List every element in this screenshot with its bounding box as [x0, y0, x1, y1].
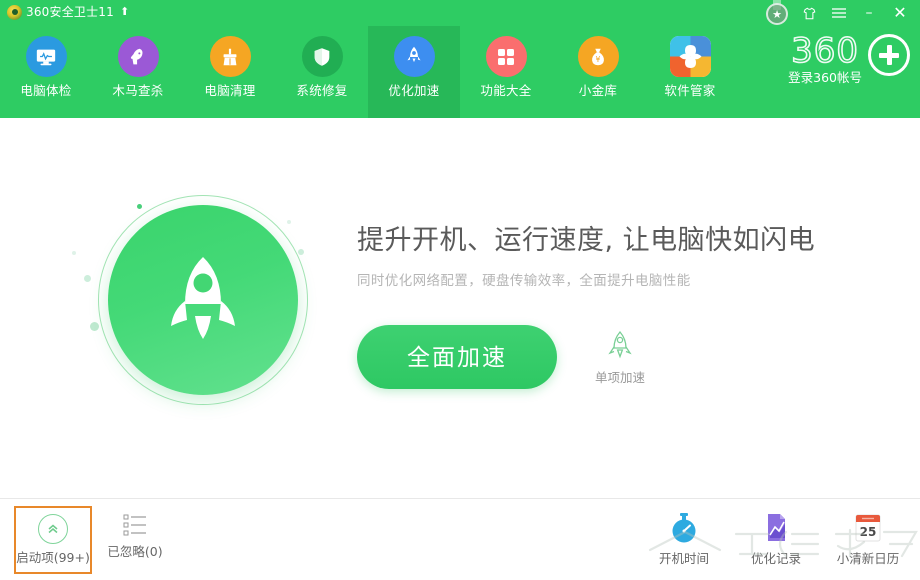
footer-right-group: 开机时间 优化记录 25 小清新日历	[646, 506, 906, 573]
nav-label: 小金库	[578, 83, 618, 98]
deco-dot	[90, 322, 99, 331]
page-title: 提升开机、运行速度, 让电脑快如闪电	[357, 225, 816, 256]
arrow-up-icon[interactable]: ⬆	[120, 4, 129, 20]
hero-text: 提升开机、运行速度, 让电脑快如闪电 同时优化网络配置，硬盘传输效率，全面提升电…	[357, 223, 897, 291]
title-bar-left: 360安全卫士11 ⬆	[7, 4, 129, 20]
footer-label: 已忽略(0)	[107, 544, 163, 559]
close-button[interactable]: ✕	[884, 0, 916, 26]
footer-item-calendar[interactable]: 25 小清新日历	[830, 506, 906, 573]
nav-item-computer-clean[interactable]: 电脑清理	[184, 26, 276, 118]
cta-row: 全面加速 单项加速	[357, 325, 645, 389]
hero-disc	[108, 205, 298, 395]
footer-label: 启动项(99+)	[16, 550, 90, 565]
nav-label: 软件管家	[664, 83, 716, 98]
login-label[interactable]: 登录360帐号	[788, 70, 862, 86]
medal-badge-icon[interactable]: ★	[766, 0, 788, 28]
grid-apps-icon	[485, 36, 527, 77]
deco-dot	[137, 204, 142, 209]
footer-left-group: 启动项(99+) 已忽略(0)	[14, 506, 174, 574]
hamburger-menu-icon[interactable]	[824, 0, 854, 26]
page-subtitle: 同时优化网络配置，硬盘传输效率，全面提升电脑性能	[357, 273, 691, 289]
footer-label: 开机时间	[658, 551, 709, 566]
deco-dot	[287, 220, 291, 224]
software-manager-icon	[669, 36, 711, 77]
title-bar: 360安全卫士11 ⬆ ★ – ✕	[0, 0, 920, 26]
deco-dot	[84, 275, 91, 282]
footer-item-ignored[interactable]: 已忽略(0)	[96, 506, 174, 566]
rocket-speedup-icon	[393, 36, 435, 77]
calendar-icon: 25	[855, 514, 881, 542]
main-content: 提升开机、运行速度, 让电脑快如闪电 同时优化网络配置，硬盘传输效率，全面提升电…	[0, 118, 920, 498]
rocket-glyph	[171, 257, 235, 339]
nav-label: 系统修复	[296, 83, 348, 98]
nav-item-trojan-scan[interactable]: 木马查杀	[92, 26, 184, 118]
shield-repair-icon	[301, 36, 343, 77]
brand-360-logo: 360	[790, 31, 860, 71]
footer-label: 小清新日历	[836, 551, 900, 566]
full-speedup-button[interactable]: 全面加速	[357, 325, 557, 389]
nav-label: 电脑体检	[20, 83, 72, 98]
footer-item-startup[interactable]: 启动项(99+)	[14, 506, 92, 574]
footer-item-optimize-record[interactable]: 优化记录	[738, 506, 814, 573]
trojan-scan-horse-icon	[117, 36, 159, 77]
skin-shirt-icon[interactable]	[794, 0, 824, 26]
nav-label: 木马查杀	[112, 83, 164, 98]
nav-item-treasury[interactable]: ¥ 小金库	[552, 26, 644, 118]
optimize-record-icon	[768, 514, 785, 541]
nav-item-optimize-speedup[interactable]: 优化加速	[368, 26, 460, 118]
medal-star: ★	[766, 3, 788, 25]
nav-label: 优化加速	[388, 83, 440, 98]
account-area[interactable]: 360 登录360帐号	[788, 31, 910, 86]
rocket-outline-icon	[608, 331, 632, 359]
footer-item-boot-time[interactable]: 开机时间	[646, 506, 722, 573]
minimize-button[interactable]: –	[854, 0, 884, 26]
single-speedup-action[interactable]: 单项加速	[595, 325, 645, 386]
calendar-day-number: 25	[860, 525, 877, 539]
360-shield-logo-icon	[7, 4, 22, 20]
footer-bar: 启动项(99+) 已忽略(0) 开机时间 优化记录 25 小清新日历	[0, 498, 920, 580]
nav-item-system-repair[interactable]: 系统修复	[276, 26, 368, 118]
window-controls: – ✕	[794, 0, 916, 26]
chevron-up-circle-icon	[38, 514, 68, 544]
svg-text:¥: ¥	[596, 54, 601, 63]
deco-dot	[72, 251, 76, 255]
monitor-checkup-icon	[25, 36, 67, 77]
nav-label: 功能大全	[480, 83, 532, 98]
app-header: 360安全卫士11 ⬆ ★ – ✕ 电脑体检 木马查杀 电脑清理 系统修复 优化…	[0, 0, 920, 118]
window-title: 360安全卫士11	[26, 5, 114, 19]
nav-item-software-manager[interactable]: 软件管家	[644, 26, 736, 118]
rocket-circle-icon	[72, 195, 308, 405]
main-nav: 电脑体检 木马查杀 电脑清理 系统修复 优化加速 功能大全 ¥ 小金库 软件管家	[0, 26, 736, 118]
stopwatch-icon	[672, 513, 696, 543]
account-text: 360 登录360帐号	[788, 31, 862, 86]
list-lines-icon	[123, 514, 146, 536]
broom-clean-icon	[209, 36, 251, 77]
single-speedup-label: 单项加速	[595, 370, 646, 385]
nav-item-all-features[interactable]: 功能大全	[460, 26, 552, 118]
nav-item-computer-checkup[interactable]: 电脑体检	[0, 26, 92, 118]
nav-label: 电脑清理	[204, 83, 256, 98]
app-window: 360安全卫士11 ⬆ ★ – ✕ 电脑体检 木马查杀 电脑清理 系统修复 优化…	[0, 0, 920, 580]
deco-dot	[298, 249, 304, 255]
add-account-plus-icon[interactable]	[868, 34, 910, 76]
footer-label: 优化记录	[750, 551, 801, 566]
money-bag-icon: ¥	[577, 36, 619, 77]
